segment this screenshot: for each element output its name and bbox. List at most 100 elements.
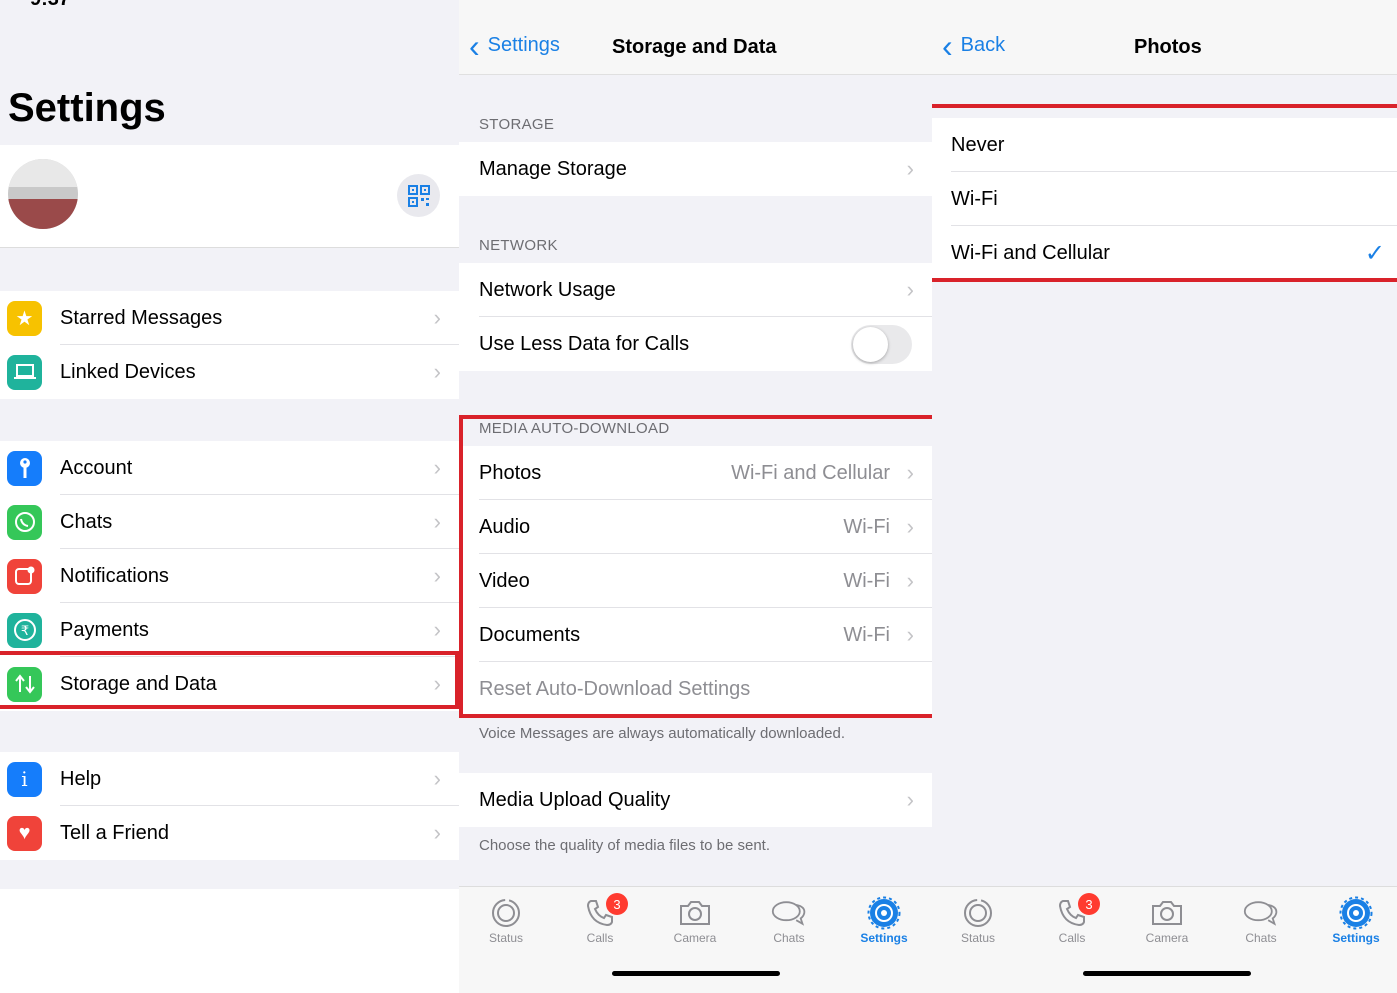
row-label: Linked Devices: [60, 360, 196, 383]
tab-calls[interactable]: 3 Calls: [560, 893, 640, 945]
camera-icon: [677, 895, 713, 931]
tab-label: Settings: [860, 931, 908, 945]
chevron-right-icon: ›: [433, 563, 441, 588]
gear-icon: [866, 895, 902, 931]
tab-settings[interactable]: Settings: [1316, 895, 1396, 945]
tab-bar: Status 3 Calls Camera Chats Settings: [459, 886, 932, 993]
profile-card[interactable]: [0, 145, 459, 248]
row-label: Chats: [60, 510, 113, 533]
chevron-right-icon: ›: [433, 766, 441, 791]
linked-devices-row[interactable]: Linked Devices ›: [0, 345, 459, 399]
row-label: Use Less Data for Calls: [479, 332, 690, 355]
svg-text:₹: ₹: [20, 624, 28, 639]
qr-code-icon: [407, 184, 430, 207]
help-row[interactable]: i Help ›: [0, 752, 459, 806]
settings-group-3: i Help › ♥ Tell a Friend ›: [0, 752, 459, 860]
tab-label: Chats: [773, 931, 805, 945]
chevron-right-icon: ›: [433, 509, 441, 534]
notification-icon: [7, 558, 42, 594]
row-label: Tell a Friend: [60, 821, 169, 844]
navbar: ‹ Back Photos: [932, 0, 1397, 75]
use-less-data-toggle[interactable]: [851, 324, 912, 364]
bottom-area: [0, 889, 459, 993]
avatar[interactable]: [8, 159, 78, 229]
status-time: 9:37: [30, 0, 70, 11]
laptop-icon: [7, 354, 42, 390]
tab-label: Calls: [1058, 931, 1086, 945]
navbar: ‹ Settings Storage and Data: [459, 0, 932, 75]
page-title: Storage and Data: [612, 36, 777, 58]
home-indicator: [1083, 971, 1251, 976]
row-label: Notifications: [60, 564, 169, 587]
back-label: Settings: [487, 34, 560, 56]
network-group: Network Usage › Use Less Data for Calls: [459, 263, 932, 371]
tab-bar: Status 3 Calls Camera Chats Settings: [932, 886, 1397, 993]
use-less-data-row: Use Less Data for Calls: [459, 317, 932, 371]
chevron-right-icon: ›: [906, 277, 914, 302]
star-icon: ★: [7, 300, 42, 336]
chevron-left-icon: ‹: [942, 27, 953, 64]
chevron-right-icon: ›: [433, 455, 441, 480]
chevron-right-icon: ›: [433, 617, 441, 642]
account-row[interactable]: Account ›: [0, 441, 459, 495]
camera-icon: [1149, 895, 1185, 931]
page-title: Settings: [8, 86, 166, 130]
chat-bubbles-icon: [771, 895, 807, 931]
back-button[interactable]: ‹ Settings: [469, 27, 560, 64]
section-header-storage: STORAGE: [479, 116, 555, 133]
gear-icon: [1338, 895, 1374, 931]
tab-label: Settings: [1332, 931, 1380, 945]
manage-storage-row[interactable]: Manage Storage ›: [459, 142, 932, 196]
chats-row[interactable]: Chats ›: [0, 495, 459, 549]
photos-panel: ‹ Back Photos Never Wi-Fi Wi-Fi and Cell…: [932, 0, 1397, 993]
chevron-right-icon: ›: [906, 787, 914, 812]
tab-label: Status: [960, 931, 996, 945]
tell-a-friend-row[interactable]: ♥ Tell a Friend ›: [0, 806, 459, 860]
voice-messages-note: Voice Messages are always automatically …: [479, 725, 846, 742]
tab-settings[interactable]: Settings: [844, 895, 924, 945]
page-title: Photos: [1134, 36, 1202, 58]
calls-badge: 3: [606, 893, 628, 915]
status-icon: [488, 895, 524, 931]
tab-chats[interactable]: Chats: [1221, 895, 1301, 945]
tab-camera[interactable]: Camera: [1127, 895, 1207, 945]
tab-chats[interactable]: Chats: [749, 895, 829, 945]
row-label: Account: [60, 456, 133, 479]
back-button[interactable]: ‹ Back: [942, 27, 1006, 64]
chevron-right-icon: ›: [433, 820, 441, 845]
storage-and-data-panel: ‹ Settings Storage and Data STORAGE Mana…: [459, 0, 932, 993]
back-label: Back: [960, 34, 1006, 56]
media-upload-quality-row[interactable]: Media Upload Quality ›: [459, 773, 932, 827]
chevron-right-icon: ›: [433, 359, 441, 384]
phone-icon: 3: [1054, 893, 1100, 931]
settings-panel: 9:37 Settings ★ Starred Messages ›: [0, 0, 459, 993]
chevron-right-icon: ›: [906, 156, 914, 181]
upload-quality-note: Choose the quality of media files to be …: [479, 837, 771, 854]
tab-camera[interactable]: Camera: [655, 895, 735, 945]
highlight-box-media: [459, 415, 932, 718]
payments-row[interactable]: ₹ Payments ›: [0, 603, 459, 657]
notifications-row[interactable]: Notifications ›: [0, 549, 459, 603]
tab-status[interactable]: Status: [938, 895, 1018, 945]
home-indicator: [612, 971, 780, 976]
qr-code-button[interactable]: [397, 174, 440, 217]
row-label: Help: [60, 767, 102, 790]
row-label: Network Usage: [479, 278, 616, 301]
storage-group: Manage Storage ›: [459, 142, 932, 196]
heart-icon: ♥: [7, 815, 42, 851]
rupee-icon: ₹: [7, 612, 42, 648]
starred-messages-row[interactable]: ★ Starred Messages ›: [0, 291, 459, 345]
tab-calls[interactable]: 3 Calls: [1032, 893, 1112, 945]
section-header-network: NETWORK: [479, 237, 558, 254]
tab-status[interactable]: Status: [466, 895, 546, 945]
tab-label: Camera: [673, 931, 717, 945]
calls-badge: 3: [1078, 893, 1100, 915]
row-label: Starred Messages: [60, 306, 223, 329]
whatsapp-icon: [7, 504, 42, 540]
row-label: Payments: [60, 618, 149, 641]
network-usage-row[interactable]: Network Usage ›: [459, 263, 932, 317]
chevron-left-icon: ‹: [469, 27, 480, 64]
status-icon: [960, 895, 996, 931]
highlight-box-storage-row: [0, 651, 459, 709]
row-label: Manage Storage: [479, 157, 627, 180]
